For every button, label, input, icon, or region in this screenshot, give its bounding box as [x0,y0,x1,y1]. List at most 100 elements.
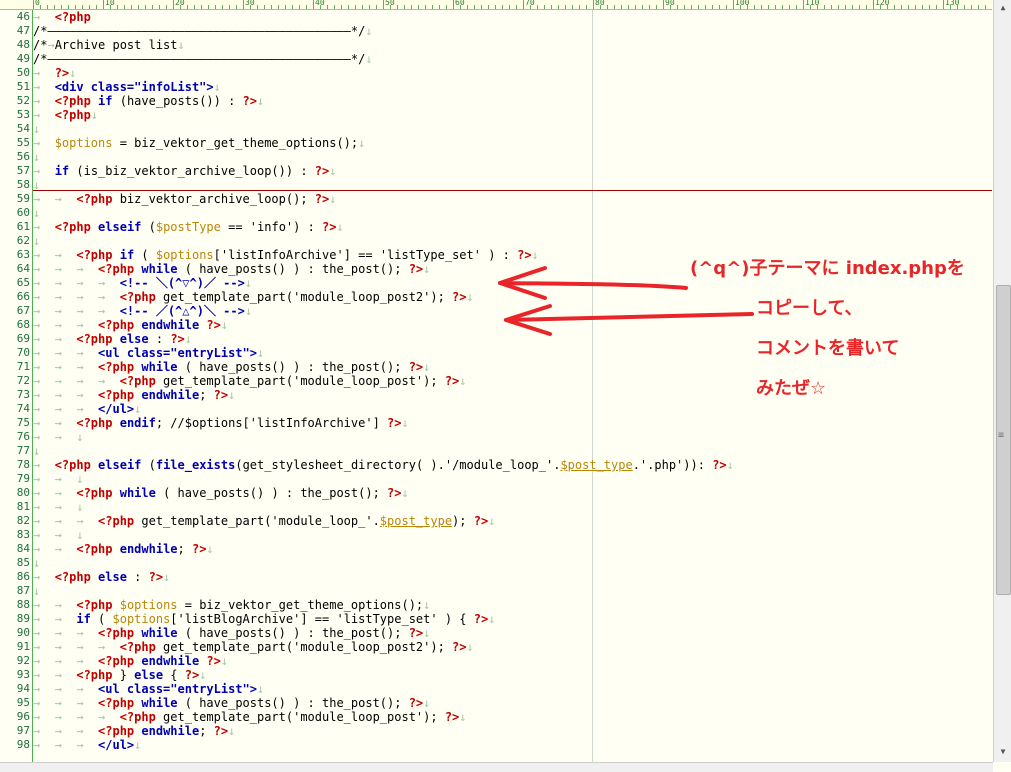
code-token-default [91,458,98,472]
ruler-tick [922,5,923,9]
code-editor-area[interactable]: → <?php/*―――――――――――――――――――――――――――――――… [33,10,992,762]
ruler-tick [341,5,342,9]
code-token-marker: → [33,570,55,584]
ruler-label: 30 [245,0,255,7]
code-token-default [91,220,98,234]
code-token-marker: → → → [33,626,99,640]
code-token-tag: <?php [54,570,91,584]
code-line[interactable]: ↓ [33,206,40,220]
code-token-marker: ↓ [163,570,171,584]
scroll-up-arrow-icon[interactable]: ▲ [994,0,1011,16]
code-line[interactable]: → → → <?php while ( have_posts() ) : the… [33,262,430,276]
ruler-tick [831,5,832,9]
code-token-tag: ?> [206,318,221,332]
line-number: 72 [16,374,30,387]
code-line[interactable]: → → → <?php endwhile ?>↓ [33,318,228,332]
ruler-tick [901,5,902,9]
code-token-tag: <?php [76,416,113,430]
code-line[interactable]: → <?php↓ [33,108,98,122]
code-token-marker: ↓ [423,598,431,612]
code-line[interactable]: → → ↓ [33,472,84,486]
code-line[interactable]: → <?php elseif ($postType == 'info') : ?… [33,220,344,234]
code-token-marker: ↓ [329,164,337,178]
scroll-down-arrow-icon[interactable]: ▼ [994,744,1011,760]
code-token-tag: ?> [213,388,229,402]
code-line[interactable]: → → ↓ [33,500,84,514]
code-line[interactable]: → → → <?php get_template_part('module_lo… [33,514,495,528]
code-token-keyword: else [119,332,149,346]
code-token-comment: /*――――――――――――――――――――――――――――――――――――――… [33,24,366,38]
code-line[interactable]: → → <?php while ( have_posts() ) : the_p… [33,486,409,500]
code-line[interactable]: → → → <?php while ( have_posts() ) : the… [33,696,430,710]
code-token-marker: → → → → [33,290,120,304]
code-line[interactable]: ↓ [33,584,40,598]
code-line[interactable]: → → → </ul>↓ [33,402,141,416]
line-number: 86 [16,570,30,583]
code-line[interactable]: → → <?php endif; //$options['listInfoArc… [33,416,409,430]
code-line[interactable]: → → → → <!-- ＼(^▽^)／ -->↓ [33,276,252,290]
code-line[interactable]: → → → → <?php get_template_part('module_… [33,290,474,304]
code-line[interactable]: → → → <?php while ( have_posts() ) : the… [33,626,430,640]
code-line[interactable]: → → <?php if ( $options['listInfoArchive… [33,248,539,262]
code-line[interactable]: → $options = biz_vektor_get_theme_option… [33,136,365,150]
code-token-tag: <?php [76,542,113,556]
code-line[interactable]: → ?>↓ [33,66,76,80]
code-token-under: $post_type [560,458,633,472]
ruler-tick [768,5,769,9]
code-line[interactable]: ↓ [33,556,40,570]
code-line[interactable]: → → → <?php while ( have_posts() ) : the… [33,360,430,374]
code-token-tag: ?> [408,360,424,374]
code-token-default [91,94,98,108]
code-line[interactable]: /*――――――――――――――――――――――――――――――――――――――… [33,52,373,66]
code-line[interactable]: → → <?php } else { ?>↓ [33,668,206,682]
code-token-marker: → → → [33,402,99,416]
code-line[interactable]: → → <?php $options = biz_vektor_get_them… [33,598,430,612]
code-token-tag: <?php [76,248,113,262]
code-token-marker: ↓ [228,724,236,738]
code-line[interactable]: ↓ [33,234,40,248]
vertical-scrollbar[interactable]: ▲ ≡ ▼ [993,0,1011,762]
line-number: 88 [16,598,30,611]
code-line[interactable]: → → → → <?php get_template_part('module_… [33,640,474,654]
code-line[interactable]: → <div class="infoList">↓ [33,80,221,94]
code-line[interactable]: → → → → <?php get_template_part('module_… [33,710,467,724]
code-token-marker: ↓ [199,668,207,682]
code-line[interactable]: → → ↓ [33,430,84,444]
ruler-tick [572,5,573,9]
code-token-tag: ?> [322,220,337,234]
code-line[interactable]: → → → <?php endwhile ?>↓ [33,654,228,668]
ruler-tick [257,5,258,9]
code-line[interactable]: → → if ( $options['listBlogArchive'] == … [33,612,495,626]
code-line[interactable]: → → → <ul class="entryList">↓ [33,346,264,360]
code-token-marker: ↓ [228,388,236,402]
code-line[interactable]: /*――――――――――――――――――――――――――――――――――――――… [33,24,373,38]
annotation-line-3: コメントを書いて [756,338,900,359]
code-token-marker: → [33,66,55,80]
code-line[interactable]: → <?php [33,10,91,24]
ruler-label: 20 [175,0,185,7]
code-token-marker: → → [33,598,77,612]
code-line[interactable]: → if (is_biz_vektor_archive_loop()) : ?>… [33,164,336,178]
ruler-tick [138,5,139,9]
code-line[interactable]: → <?php elseif (file_exists(get_styleshe… [33,458,734,472]
code-token-marker: → → → [33,654,99,668]
code-line[interactable]: → → ↓ [33,528,84,542]
code-line[interactable]: → → → → <!-- ／(^△^)＼ -->↓ [33,304,252,318]
code-line[interactable]: → → <?php else : ?>↓ [33,332,192,346]
code-line[interactable]: → → → <ul class="entryList">↓ [33,682,264,696]
line-number: 53 [16,108,30,121]
code-line[interactable]: ↓ [33,444,40,458]
code-line[interactable]: → → → <?php endwhile; ?>↓ [33,724,235,738]
code-line[interactable]: → → → </ul>↓ [33,738,141,752]
ruler-tick [453,0,454,9]
code-line[interactable]: → <?php if (have_posts()) : ?>↓ [33,94,264,108]
code-token-marker: → → [33,192,77,206]
code-line[interactable]: → → → → <?php get_template_part('module_… [33,374,467,388]
code-line[interactable]: → → → <?php endwhile; ?>↓ [33,388,235,402]
code-line[interactable]: → → <?php endwhile; ?>↓ [33,542,214,556]
code-line[interactable]: ↓ [33,122,40,136]
code-line[interactable]: → <?php else : ?>↓ [33,570,170,584]
code-line[interactable]: → → <?php biz_vektor_archive_loop(); ?>↓ [33,192,336,206]
code-line[interactable]: ↓ [33,150,40,164]
code-line[interactable]: /*→Archive post list↓ [33,38,185,52]
